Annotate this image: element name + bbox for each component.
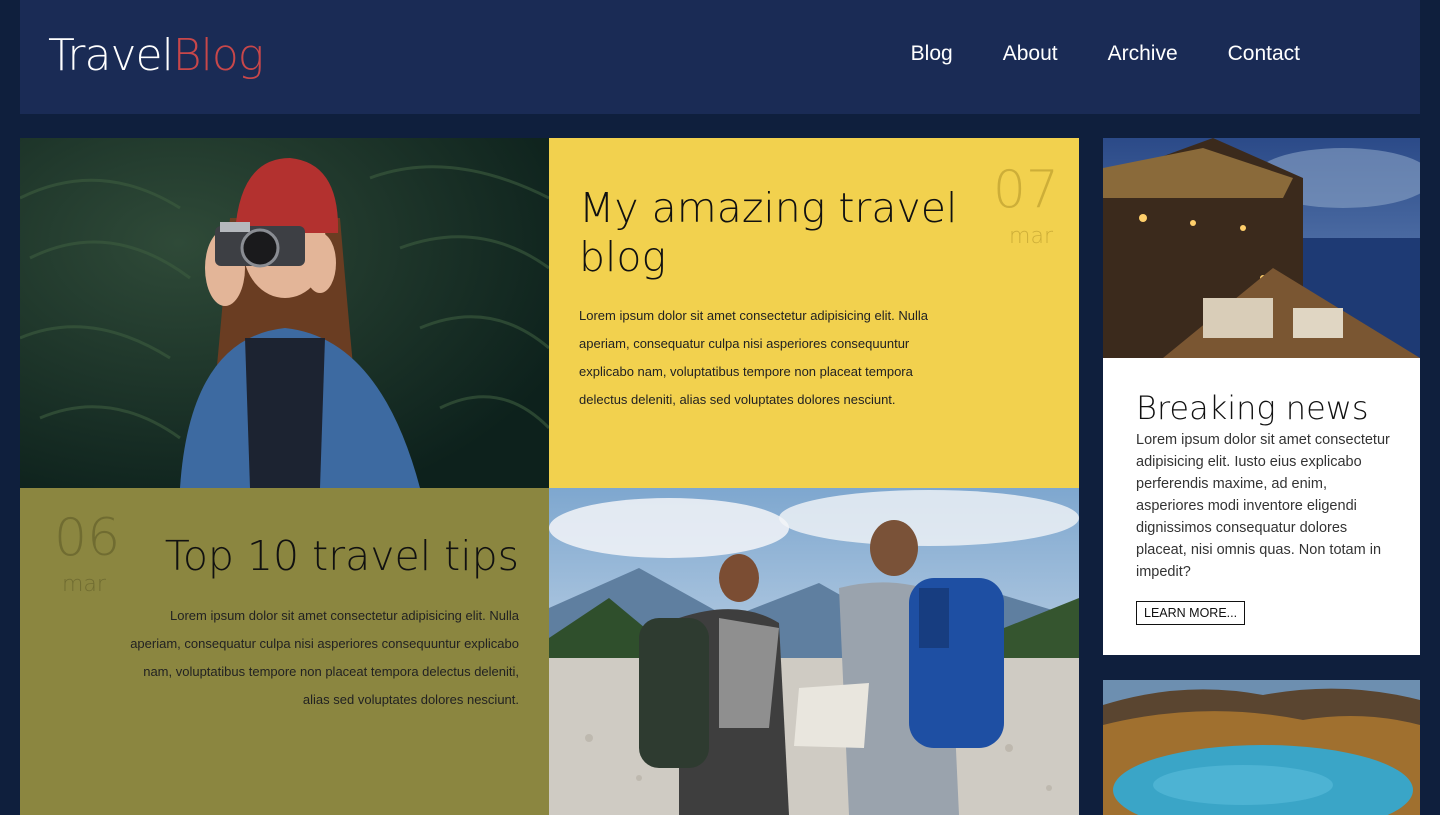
nav-link-contact[interactable]: Contact <box>1228 42 1300 66</box>
post-excerpt: Lorem ipsum dolor sit amet consectetur a… <box>130 608 519 707</box>
post-date-month: mar <box>1009 224 1053 249</box>
post-excerpt: Lorem ipsum dolor sit amet consectetur a… <box>579 308 928 407</box>
learn-more-button[interactable]: LEARN MORE... <box>1136 601 1246 625</box>
site-logo[interactable]: TravelBlog <box>48 30 264 82</box>
post-date-day: 07 <box>992 160 1059 220</box>
post-date-day: 06 <box>54 508 121 568</box>
logo-text-travel: Travel <box>48 30 174 81</box>
breaking-news-card: Breaking news Lorem ipsum dolor sit amet… <box>1103 358 1420 655</box>
breaking-news-title: Breaking news <box>1136 389 1369 427</box>
sidebar-image-lake[interactable] <box>1103 680 1420 815</box>
site-header: TravelBlog Blog About Archive Contact <box>20 0 1420 114</box>
post-card-travel-tips[interactable]: 06 mar Top 10 travel tips Lorem ipsum do… <box>20 488 549 815</box>
nav-link-archive[interactable]: Archive <box>1108 42 1178 66</box>
post-date-month: mar <box>62 572 106 597</box>
nav-link-blog[interactable]: Blog <box>911 42 953 66</box>
nav-link-about[interactable]: About <box>1003 42 1058 66</box>
breaking-news-text: Lorem ipsum dolor sit amet consectetur a… <box>1136 432 1390 580</box>
sidebar-image-resort[interactable] <box>1103 138 1420 358</box>
post-card-amazing-travel[interactable]: My amazing travel blog Lorem ipsum dolor… <box>549 138 1079 488</box>
logo-text-blog: Blog <box>172 30 264 81</box>
post-image-photographer[interactable] <box>20 138 549 488</box>
post-title[interactable]: Top 10 travel tips <box>165 532 519 581</box>
post-title[interactable]: My amazing travel blog <box>579 184 959 282</box>
post-image-hikers[interactable] <box>549 488 1079 815</box>
main-nav: Blog About Archive Contact <box>911 42 1300 66</box>
